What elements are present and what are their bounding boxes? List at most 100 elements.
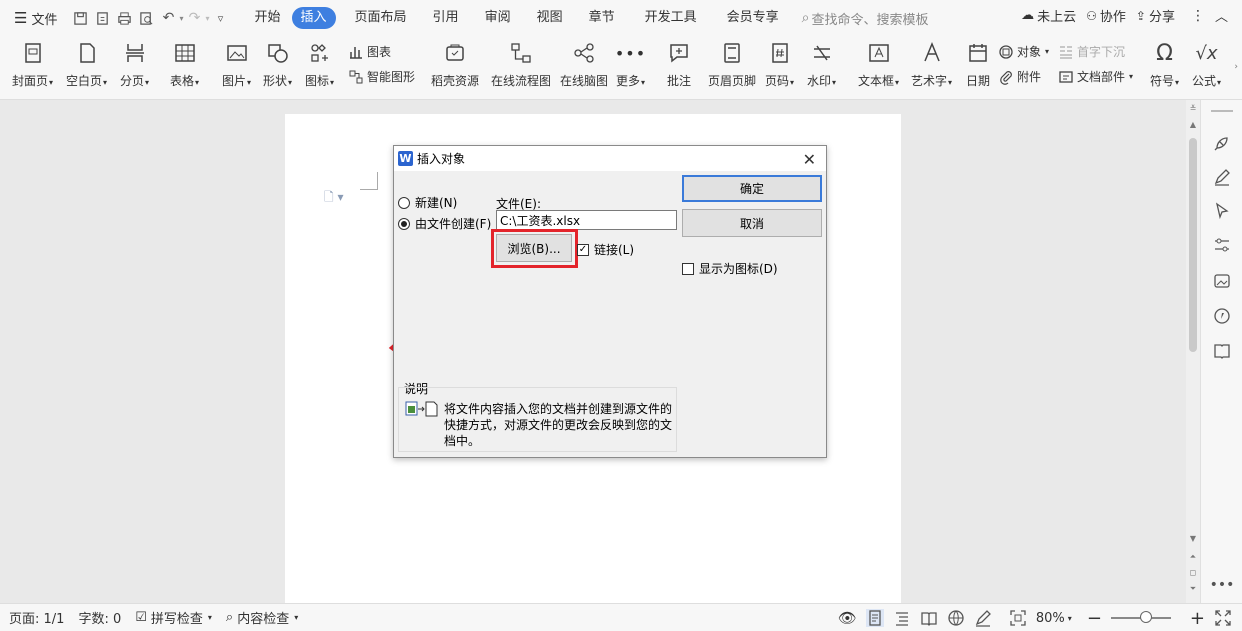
link-checkbox-box[interactable]: ✓ (577, 243, 589, 256)
eye-protection-icon[interactable]: 👁 (838, 609, 857, 627)
dialog-titlebar[interactable]: W 插入对象 (394, 146, 826, 171)
collab-label: 协作 (1099, 10, 1126, 25)
ok-button[interactable]: 确定 (682, 175, 822, 202)
page-break-button[interactable]: 分页▾ (120, 40, 149, 89)
comment-button[interactable]: 批注 (666, 40, 692, 89)
save-icon[interactable] (69, 7, 91, 29)
attachment-button[interactable]: 附件 (998, 68, 1041, 85)
shape-button[interactable]: 形状▾ (263, 40, 292, 89)
collapse-ribbon-icon[interactable]: ︿ (1215, 6, 1228, 25)
print-icon[interactable] (113, 7, 135, 29)
more-button[interactable]: ••• 更多▾ (615, 40, 645, 89)
tab-member[interactable]: 会员专享 (718, 7, 788, 29)
formula-button[interactable]: √x 公式▾ (1192, 40, 1221, 89)
undo-icon[interactable]: ↶ (157, 7, 179, 29)
cancel-button[interactable]: 取消 (682, 209, 822, 237)
zoom-level[interactable]: 80% ▾ (1036, 611, 1072, 626)
radio-create-new[interactable]: 新建(N) (398, 194, 457, 211)
page-view-icon[interactable] (865, 609, 884, 627)
compass-icon[interactable] (1211, 305, 1233, 327)
tab-developer[interactable]: 开发工具 (636, 7, 706, 29)
show-as-icon-checkbox-box[interactable] (682, 262, 694, 275)
table-button[interactable]: 表格▾ (170, 40, 199, 89)
radio-create-from-file-dot[interactable] (398, 217, 410, 230)
cursor-icon[interactable] (1211, 200, 1233, 222)
zoom-slider[interactable] (1110, 611, 1171, 623)
redo-icon[interactable]: ↷ (183, 7, 205, 29)
radio-create-from-file[interactable]: 由文件创建(F) (398, 215, 491, 232)
picture-button[interactable]: 图片▾ (222, 40, 251, 89)
image-edit-icon[interactable] (1211, 270, 1233, 292)
date-button[interactable]: 日期 (965, 40, 991, 89)
outline-view-icon[interactable] (893, 609, 911, 627)
prev-page-icon[interactable]: ⏶ (1186, 552, 1200, 562)
write-mode-icon[interactable] (974, 609, 992, 627)
page-indicator[interactable]: 页面: 1/1 (2, 608, 71, 627)
scroll-down-icon[interactable]: ▼ (1186, 534, 1200, 543)
wordart-button[interactable]: 艺术字▾ (911, 40, 952, 89)
customize-toolbar-icon[interactable]: ▿ (210, 7, 232, 29)
word-count[interactable]: 字数: 0 (71, 608, 128, 627)
select-browse-icon[interactable]: ◻ (1186, 568, 1200, 577)
zoom-out-icon[interactable]: − (1087, 608, 1102, 629)
sliders-icon[interactable] (1211, 234, 1233, 256)
ribbon-scroll-right-icon[interactable]: › (1234, 62, 1238, 72)
share-button[interactable]: ⇪ 分享 (1136, 6, 1175, 26)
zoom-in-icon[interactable]: + (1190, 608, 1205, 629)
right-sidebar: ••• (1200, 100, 1242, 603)
next-page-icon[interactable]: ⏷ (1186, 584, 1200, 594)
file-path-input[interactable] (496, 210, 677, 230)
object-button[interactable]: 对象 ▾ (998, 43, 1049, 60)
tab-home[interactable]: 开始 (246, 7, 290, 29)
smartart-button[interactable]: 智能图形 (348, 68, 415, 85)
docer-resources-button[interactable]: 稻壳资源 (431, 40, 479, 89)
header-footer-button[interactable]: 页眉页脚 (708, 40, 756, 89)
mindmap-button[interactable]: 在线脑图 (560, 40, 608, 89)
scroll-split-icon[interactable]: ≚ (1186, 104, 1200, 113)
more-vertical-icon[interactable]: ⋮ (1191, 8, 1205, 24)
cover-page-button[interactable]: 封面页▾ (12, 40, 53, 89)
doc-parts-button[interactable]: 文档部件 ▾ (1058, 68, 1133, 85)
content-check-toggle[interactable]: ⌕ 内容检查 ▾ (219, 608, 305, 627)
print-preview-icon[interactable] (135, 7, 157, 29)
drop-cap-button[interactable]: 首字下沉 (1058, 43, 1125, 60)
tab-review[interactable]: 审阅 (476, 7, 520, 29)
output-pdf-icon[interactable] (91, 7, 113, 29)
flowchart-button[interactable]: 在线流程图 (491, 40, 551, 89)
link-checkbox[interactable]: ✓ 链接(L) (577, 241, 634, 258)
tab-page-layout[interactable]: 页面布局 (346, 7, 416, 29)
pen-icon[interactable] (1211, 166, 1233, 188)
vertical-scrollbar[interactable]: ≚ ▲ ▼ ⏶ ◻ ⏷ (1186, 100, 1200, 603)
reading-view-icon[interactable] (920, 609, 938, 627)
command-search[interactable]: ⌕ 查找命令、搜索模板 (794, 9, 929, 28)
tab-insert[interactable]: 插入 (291, 7, 336, 29)
tab-references[interactable]: 引用 (424, 7, 468, 29)
radio-create-new-dot[interactable] (398, 196, 410, 209)
sidebar-more-icon[interactable]: ••• (1210, 574, 1235, 596)
book-icon[interactable] (1211, 340, 1233, 362)
scroll-thumb[interactable] (1189, 138, 1197, 352)
rocket-icon[interactable] (1211, 132, 1233, 154)
collab-button[interactable]: ⚇ 协作 (1086, 6, 1126, 26)
show-as-icon-checkbox[interactable]: 显示为图标(D) (682, 260, 778, 277)
header-footer-icon (719, 40, 745, 66)
paragraph-layout-icon[interactable]: 🗋 ▾ (324, 188, 344, 209)
scroll-up-icon[interactable]: ▲ (1186, 120, 1200, 129)
chart-button[interactable]: 图表 (348, 43, 391, 60)
tab-view[interactable]: 视图 (528, 7, 572, 29)
zoom-slider-knob[interactable] (1139, 611, 1152, 623)
watermark-button[interactable]: 水印▾ (807, 40, 836, 89)
fullscreen-icon[interactable] (1214, 609, 1232, 627)
symbol-button[interactable]: Ω 符号▾ (1150, 40, 1179, 89)
file-menu[interactable]: ☰ 文件 (8, 6, 63, 30)
web-view-icon[interactable] (947, 609, 965, 627)
spell-check-toggle[interactable]: ☑ 拼写检查 ▾ (128, 608, 219, 627)
page-number-button[interactable]: 页码▾ (765, 40, 794, 89)
icons-button[interactable]: 图标▾ (305, 40, 334, 89)
close-icon[interactable]: ✕ (803, 150, 816, 169)
textbox-button[interactable]: 文本框▾ (858, 40, 899, 89)
cloud-status[interactable]: ☁ 未上云 (1021, 6, 1076, 25)
blank-page-button[interactable]: 空白页▾ (66, 40, 107, 89)
fit-page-icon[interactable] (1009, 609, 1027, 627)
tab-chapter[interactable]: 章节 (580, 7, 624, 29)
